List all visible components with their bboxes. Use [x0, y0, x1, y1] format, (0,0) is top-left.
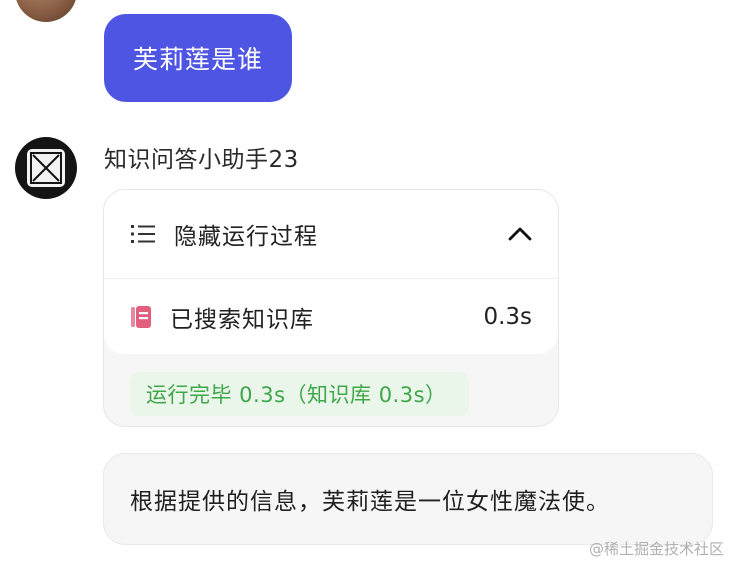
chevron-up-icon[interactable]: [508, 226, 532, 242]
bot-avatar[interactable]: [15, 137, 77, 199]
process-step-label: 已搜索知识库: [170, 306, 314, 333]
user-message-text: 芙莉莲是谁: [132, 45, 263, 74]
run-status-badge: 运行完毕 0.3s（知识库 0.3s）: [130, 372, 469, 416]
chat-page: 芙莉莲是谁 知识问答小助手23 隐藏运行过程 已搜索知识库 0.3s 运行完毕 …: [0, 0, 730, 564]
run-status-text: 运行完毕 0.3s（知识库 0.3s）: [146, 383, 447, 407]
bot-answer-bubble: 根据提供的信息，芙莉莲是一位女性魔法使。: [103, 453, 713, 545]
bot-answer-text: 根据提供的信息，芙莉莲是一位女性魔法使。: [130, 489, 610, 515]
process-toggle-label: 隐藏运行过程: [174, 224, 318, 250]
process-step-row: 已搜索知识库 0.3s: [104, 278, 558, 354]
list-icon: [131, 225, 155, 243]
knowledge-base-icon: [131, 305, 151, 328]
bot-name: 知识问答小助手23: [104, 147, 299, 173]
watermark: @稀土掘金技术社区: [588, 540, 724, 558]
process-step-time: 0.3s: [483, 303, 532, 330]
user-message-bubble: 芙莉莲是谁: [104, 14, 292, 102]
user-avatar[interactable]: [15, 0, 77, 22]
run-process-card: 隐藏运行过程 已搜索知识库 0.3s 运行完毕 0.3s（知识库 0.3s）: [103, 189, 559, 427]
broken-image-icon: [27, 149, 65, 187]
process-toggle[interactable]: 隐藏运行过程: [104, 190, 558, 278]
